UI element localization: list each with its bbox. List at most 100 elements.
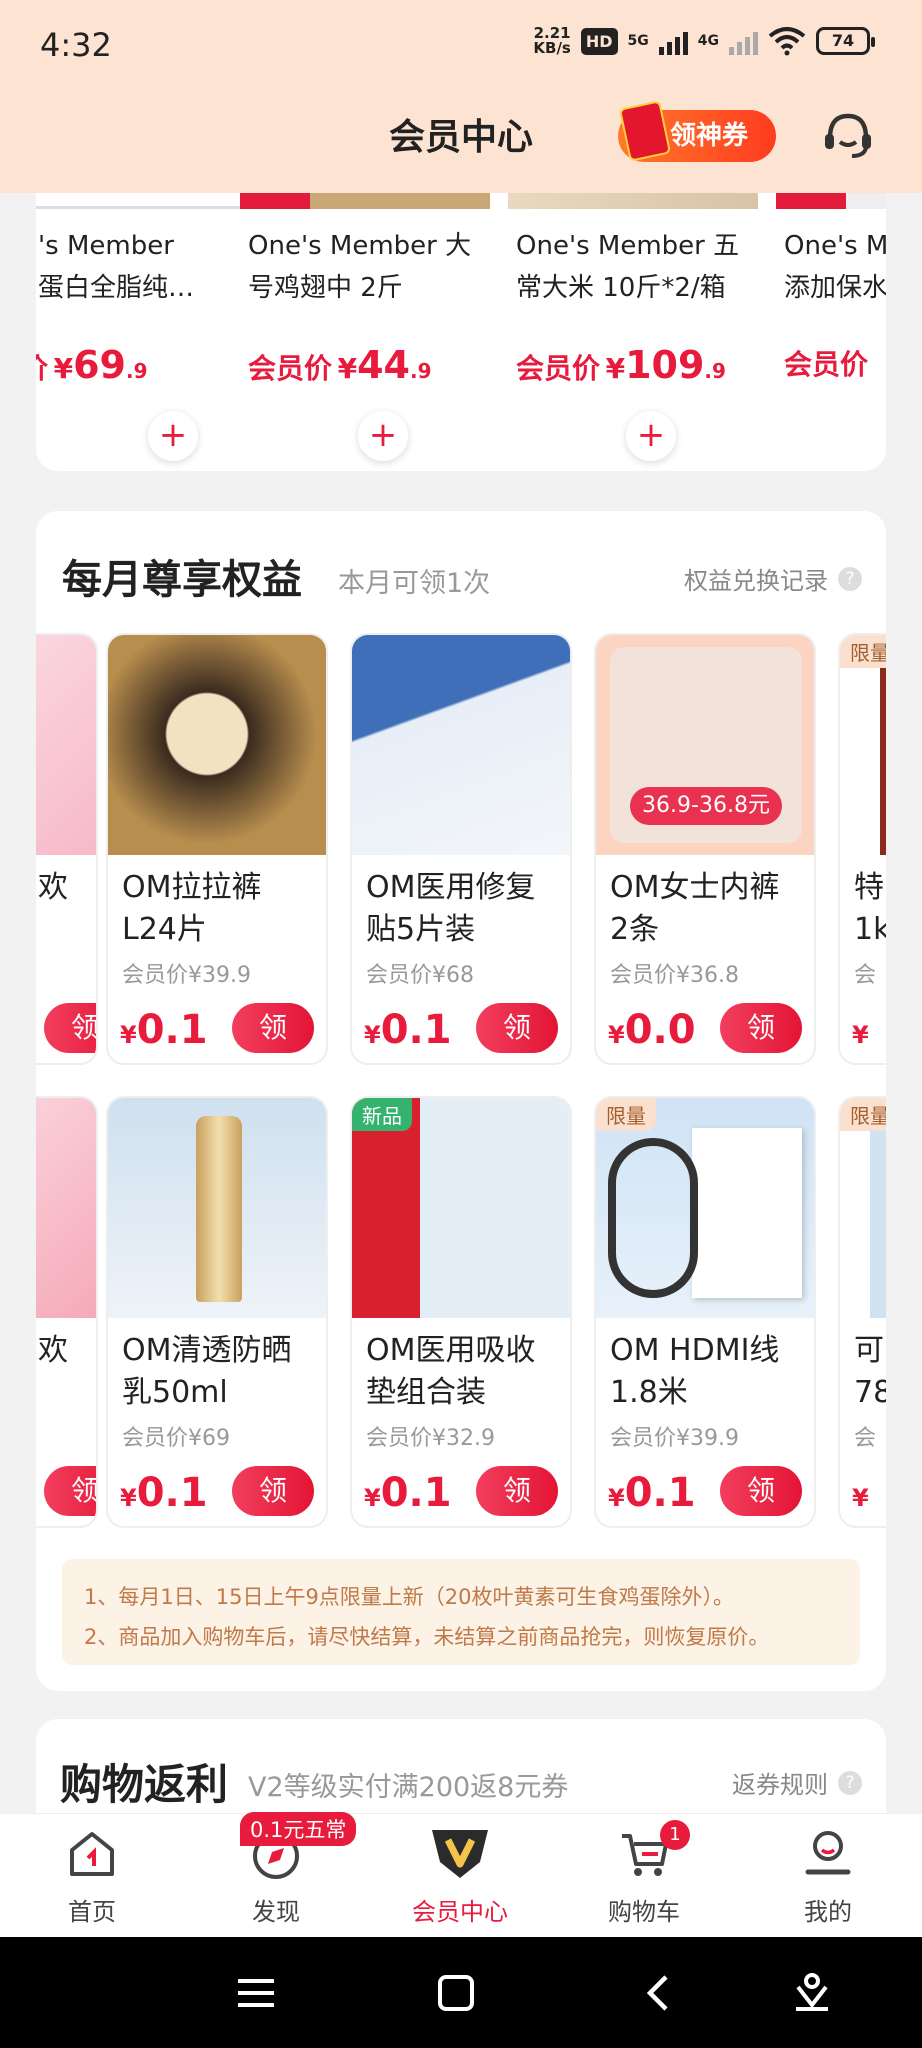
claim-button[interactable]: 领: [476, 1003, 558, 1053]
claim-button[interactable]: 领: [44, 1466, 96, 1516]
bottom-nav: 首页 0.1元五常 发现 会员中心 1 购物车 我的: [0, 1812, 922, 1938]
benefit-card[interactable]: 限量 特 1k 会 ¥: [838, 633, 886, 1065]
claim-button[interactable]: 领: [232, 1466, 314, 1516]
monthly-benefits-card: 每月尊享权益 本月可领1次 权益兑换记录? 欢 领 OM拉拉裤 L24片 会员价…: [36, 511, 886, 1691]
benefit-name: 可 78: [854, 1333, 886, 1410]
product-image: [776, 193, 886, 209]
benefit-image: [840, 635, 886, 855]
benefit-card[interactable]: 36.9-36.8元 OM女士内裤 2条 会员价¥36.8 ¥0.0 领: [594, 633, 816, 1065]
redeem-record-link[interactable]: 权益兑换记录?: [684, 561, 862, 596]
benefit-name: OM清透防晒 乳50ml: [122, 1333, 292, 1410]
nav-cart[interactable]: 1 购物车: [552, 1814, 736, 1938]
benefit-card[interactable]: 限量 OM HDMI线 1.8米 会员价¥39.9 ¥0.1 领: [594, 1096, 816, 1528]
product-price: 会员价 ¥44.9: [248, 343, 432, 387]
product-image: [240, 193, 490, 209]
benefit-name: OM拉拉裤 L24片: [122, 870, 262, 947]
member-price: 会员价¥68: [366, 963, 474, 988]
nav-discover[interactable]: 0.1元五常 发现: [184, 1812, 368, 1938]
nav-profile[interactable]: 我的: [736, 1814, 920, 1938]
benefit-name: 欢: [38, 870, 68, 905]
back-icon[interactable]: [632, 1965, 688, 2021]
member-price: 会员价¥69: [122, 1426, 230, 1451]
benefit-name: 特 1k: [854, 870, 886, 947]
claim-button[interactable]: 领: [720, 1466, 802, 1516]
product-name: One's M 添加保水: [784, 231, 886, 303]
nav-home[interactable]: 首页: [0, 1814, 184, 1938]
help-icon: ?: [838, 566, 862, 591]
product-name: One's Member 大 号鸡翅中 2斤: [248, 231, 472, 303]
battery-icon: 74: [816, 27, 875, 55]
coupon-button[interactable]: 领神券: [618, 100, 776, 162]
product-price: 会员价 ¥109.9: [516, 343, 726, 387]
status-icons: 2.21 KB/s HD 5G 4G 74: [533, 24, 875, 57]
benefit-image: [108, 1098, 326, 1318]
benefit-image: 36.9-36.8元: [596, 635, 814, 855]
product-card[interactable]: One's Member 五 常大米 10斤*2/箱 会员价 ¥109.9 +: [508, 193, 758, 471]
benefit-image: [352, 635, 570, 855]
benefit-card[interactable]: OM清透防晒 乳50ml 会员价¥69 ¥0.1 领: [106, 1096, 328, 1528]
product-card[interactable]: One's Member 大 号鸡翅中 2斤 会员价 ¥44.9 +: [240, 193, 490, 471]
benefit-image: [108, 635, 326, 855]
claim-button[interactable]: 领: [476, 1466, 558, 1516]
benefit-card[interactable]: 新品 OM医用吸收 垫组合装 会员价¥32.9 ¥0.1 领: [350, 1096, 572, 1528]
product-name: One's Member 五 常大米 10斤*2/箱: [516, 231, 740, 303]
benefit-card[interactable]: OM拉拉裤 L24片 会员价¥39.9 ¥0.1 领: [106, 633, 328, 1065]
product-card[interactable]: One's M 添加保水 会员价: [776, 193, 886, 471]
add-to-cart-button[interactable]: +: [626, 411, 676, 461]
hdmi-box: [692, 1128, 802, 1298]
help-icon: ?: [838, 1770, 862, 1795]
hd-icon: HD: [580, 27, 618, 55]
benefit-image: [840, 1098, 886, 1318]
benefit-price: ¥0.1: [120, 1470, 208, 1516]
claim-button[interactable]: 领: [232, 1003, 314, 1053]
nav-member-center[interactable]: 会员中心: [368, 1814, 552, 1938]
page-title: 会员中心: [388, 117, 533, 158]
sunscreen-tube: [196, 1116, 242, 1302]
benefit-card[interactable]: 欢 领: [36, 1096, 98, 1528]
benefit-price: ¥0.1: [364, 1007, 452, 1053]
product-price: 会员价: [784, 348, 869, 381]
member-price: 会: [854, 963, 877, 988]
system-nav-bar: [0, 1937, 922, 2048]
net-speed: 2.21 KB/s: [533, 24, 571, 57]
rebate-rules-link[interactable]: 返券规则?: [732, 1765, 862, 1800]
member-price: 会员价¥36.8: [610, 963, 739, 988]
signal-icon-2: [729, 27, 758, 55]
menu-icon[interactable]: [228, 1965, 284, 2021]
section-subtitle: V2等级实付满200返8元券: [248, 1772, 569, 1803]
claim-button[interactable]: 领: [720, 1003, 802, 1053]
benefit-name: 欢: [38, 1333, 68, 1368]
shopping-rebate-card: 购物返利 V2等级实付满200返8元券 返券规则?: [36, 1719, 886, 1813]
benefit-card[interactable]: OM医用修复 贴5片装 会员价¥68 ¥0.1 领: [350, 633, 572, 1065]
promo-badge: 0.1元五常: [240, 1812, 357, 1846]
red-envelope-icon: [618, 100, 672, 162]
profile-icon: [805, 1831, 851, 1875]
assistant-icon[interactable]: [784, 1965, 840, 2021]
product-carousel[interactable]: 's Member 蛋白全脂纯… 价 ¥69.9 + One's Member …: [36, 193, 886, 471]
benefit-name: OM女士内裤 2条: [610, 870, 780, 947]
member-price: 会员价¥39.9: [122, 963, 251, 988]
benefit-image: [352, 1098, 570, 1318]
benefit-price: ¥: [852, 1484, 869, 1512]
benefit-card[interactable]: 欢 领: [36, 633, 98, 1065]
rule-line: 2、商品加入购物车后，请尽快结算，未结算之前商品抢完，则恢复原价。: [84, 1625, 770, 1649]
home-square-icon[interactable]: [428, 1965, 484, 2021]
add-to-cart-button[interactable]: +: [358, 411, 408, 461]
scroll-content[interactable]: 's Member 蛋白全脂纯… 价 ¥69.9 + One's Member …: [0, 193, 922, 1813]
status-time: 4:32: [40, 26, 112, 64]
benefit-price: ¥: [852, 1021, 869, 1049]
benefit-price: ¥0.1: [120, 1007, 208, 1053]
net-4g-label: 4G: [697, 33, 719, 49]
member-price: 会: [854, 1426, 877, 1451]
new-tag: 新品: [352, 1098, 412, 1131]
customer-service-icon[interactable]: [822, 112, 874, 160]
section-subtitle: 本月可领1次: [338, 568, 491, 599]
claim-button[interactable]: 领: [44, 1003, 96, 1053]
benefit-card[interactable]: 限量 可 78 会 ¥: [838, 1096, 886, 1528]
add-to-cart-button[interactable]: +: [148, 411, 198, 461]
wifi-icon: [768, 27, 806, 56]
benefit-name: OM医用修复 贴5片装: [366, 870, 536, 947]
benefit-price: ¥0.1: [608, 1470, 696, 1516]
vip-icon: [432, 1830, 488, 1878]
home-icon: [70, 1832, 114, 1876]
